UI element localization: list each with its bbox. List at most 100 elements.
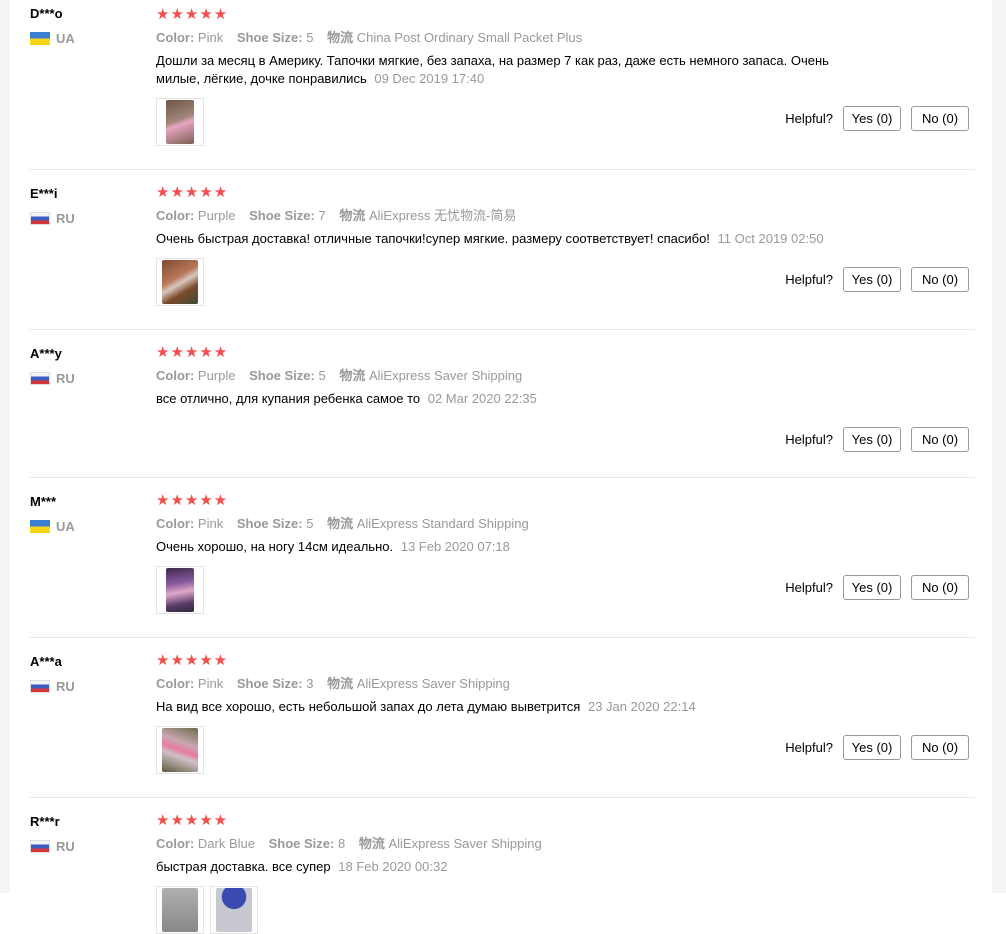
flag-ua-icon xyxy=(30,520,50,533)
user-country: UA xyxy=(30,519,140,534)
review-text: все отлично, для купания ребенка самое т… xyxy=(156,390,876,408)
rating-stars: ★★★★★ xyxy=(156,6,229,23)
review-body: ★★★★★ Color: Dark Blue Shoe Size: 8 物流 A… xyxy=(156,812,876,934)
review-text: На вид все хорошо, есть небольшой запах … xyxy=(156,698,876,716)
review-meta: Color: Purple Shoe Size: 7 物流 AliExpress… xyxy=(156,207,876,225)
right-gutter xyxy=(992,0,1006,893)
country-code: RU xyxy=(56,371,75,386)
review-text: Очень хорошо, на ногу 14см идеально. 13 … xyxy=(156,538,876,556)
rating-stars: ★★★★★ xyxy=(156,344,229,361)
user-name: A***y xyxy=(30,346,62,361)
size-label: Shoe Size: xyxy=(236,676,303,691)
review-item: A***y RU ★★★★★ Color: Purple Shoe Size: … xyxy=(30,330,975,478)
user-name: M*** xyxy=(30,494,57,509)
review-item: D***o UA ★★★★★ Color: Pink Shoe Size: 5 … xyxy=(30,0,975,170)
color-label: Color: xyxy=(156,676,195,691)
photo-image xyxy=(162,260,198,304)
shipping-value: China Post Ordinary Small Packet Plus xyxy=(356,30,583,45)
review-content: На вид все хорошо, есть небольшой запах … xyxy=(156,699,581,714)
helpful-box: Helpful? Yes (0) No (0) xyxy=(785,427,969,452)
flag-ru-icon xyxy=(30,680,50,693)
user-name: E***i xyxy=(30,186,58,201)
review-item: M*** UA ★★★★★ Color: Pink Shoe Size: 5 物… xyxy=(30,478,975,638)
shipping-label: 物流 xyxy=(327,516,354,531)
review-user: A***y RU xyxy=(30,346,140,386)
size-value: 8 xyxy=(337,836,346,851)
review-photo-thumb[interactable] xyxy=(156,566,204,614)
flag-ru-icon xyxy=(30,840,50,853)
review-item: E***i RU ★★★★★ Color: Purple Shoe Size: … xyxy=(30,170,975,330)
helpful-no-button[interactable]: No (0) xyxy=(911,735,969,760)
user-country: UA xyxy=(30,31,140,46)
review-meta: Color: Pink Shoe Size: 5 物流 China Post O… xyxy=(156,29,876,47)
helpful-no-button[interactable]: No (0) xyxy=(911,106,969,131)
review-text: Очень быстрая доставка! отличные тапочки… xyxy=(156,230,876,248)
rating-stars: ★★★★★ xyxy=(156,812,229,829)
helpful-yes-button[interactable]: Yes (0) xyxy=(843,575,901,600)
size-value: 7 xyxy=(318,208,326,223)
photo-image xyxy=(166,568,194,612)
helpful-no-button[interactable]: No (0) xyxy=(911,267,969,292)
review-photos xyxy=(156,98,876,146)
review-photo-thumb[interactable] xyxy=(156,726,204,774)
country-code: RU xyxy=(56,839,75,854)
shipping-label: 物流 xyxy=(358,836,385,851)
color-value: Purple xyxy=(197,208,236,223)
color-label: Color: xyxy=(156,30,195,45)
review-user: R***r RU xyxy=(30,814,140,854)
helpful-box: Helpful? Yes (0) No (0) xyxy=(785,575,969,600)
review-user: D***o UA xyxy=(30,6,140,46)
country-code: RU xyxy=(56,679,75,694)
rating-stars: ★★★★★ xyxy=(156,492,229,509)
helpful-label: Helpful? xyxy=(785,740,833,755)
review-date: 23 Jan 2020 22:14 xyxy=(587,699,696,714)
review-photos xyxy=(156,726,876,774)
size-value: 5 xyxy=(306,30,314,45)
country-code: RU xyxy=(56,211,75,226)
photo-image xyxy=(216,888,252,932)
review-text: быстрая доставка. все супер 18 Feb 2020 … xyxy=(156,858,876,876)
review-photo-thumb[interactable] xyxy=(156,886,204,934)
review-meta: Color: Dark Blue Shoe Size: 8 物流 AliExpr… xyxy=(156,835,876,853)
rating-stars: ★★★★★ xyxy=(156,184,229,201)
shipping-label: 物流 xyxy=(339,208,366,223)
review-body: ★★★★★ Color: Pink Shoe Size: 5 物流 AliExp… xyxy=(156,492,876,614)
size-label: Shoe Size: xyxy=(268,836,335,851)
color-label: Color: xyxy=(156,516,195,531)
review-photo-thumb[interactable] xyxy=(156,98,204,146)
size-label: Shoe Size: xyxy=(236,30,303,45)
shipping-label: 物流 xyxy=(327,30,354,45)
review-content: быстрая доставка. все супер xyxy=(156,859,331,874)
helpful-yes-button[interactable]: Yes (0) xyxy=(843,735,901,760)
user-country: RU xyxy=(30,679,140,694)
helpful-yes-button[interactable]: Yes (0) xyxy=(843,106,901,131)
country-code: UA xyxy=(56,519,75,534)
review-body: ★★★★★ Color: Purple Shoe Size: 7 物流 AliE… xyxy=(156,184,876,306)
shipping-value: AliExpress Saver Shipping xyxy=(356,676,510,691)
left-gutter xyxy=(0,0,10,893)
helpful-yes-button[interactable]: Yes (0) xyxy=(843,427,901,452)
photo-image xyxy=(166,100,194,144)
helpful-no-button[interactable]: No (0) xyxy=(911,427,969,452)
review-date: 11 Oct 2019 02:50 xyxy=(717,231,824,246)
review-photo-thumb[interactable] xyxy=(156,258,204,306)
helpful-yes-button[interactable]: Yes (0) xyxy=(843,267,901,292)
size-label: Shoe Size: xyxy=(249,208,315,223)
review-list: D***o UA ★★★★★ Color: Pink Shoe Size: 5 … xyxy=(30,0,975,934)
review-photos xyxy=(156,566,876,614)
helpful-no-button[interactable]: No (0) xyxy=(911,575,969,600)
review-photo-thumb[interactable] xyxy=(210,886,258,934)
helpful-box: Helpful? Yes (0) No (0) xyxy=(785,735,969,760)
review-content: Очень хорошо, на ногу 14см идеально. xyxy=(156,539,394,554)
helpful-label: Helpful? xyxy=(785,272,833,287)
color-value: Pink xyxy=(197,676,224,691)
helpful-label: Helpful? xyxy=(785,580,833,595)
review-content: Дошли за месяц в Америку. Тапочки мягкие… xyxy=(156,53,829,86)
user-name: R***r xyxy=(30,814,60,829)
review-body: ★★★★★ Color: Pink Shoe Size: 3 物流 AliExp… xyxy=(156,652,876,774)
review-photos xyxy=(156,886,876,934)
review-text: Дошли за месяц в Америку. Тапочки мягкие… xyxy=(156,52,876,88)
color-label: Color: xyxy=(156,836,195,851)
review-user: E***i RU xyxy=(30,186,140,226)
flag-ru-icon xyxy=(30,372,50,385)
